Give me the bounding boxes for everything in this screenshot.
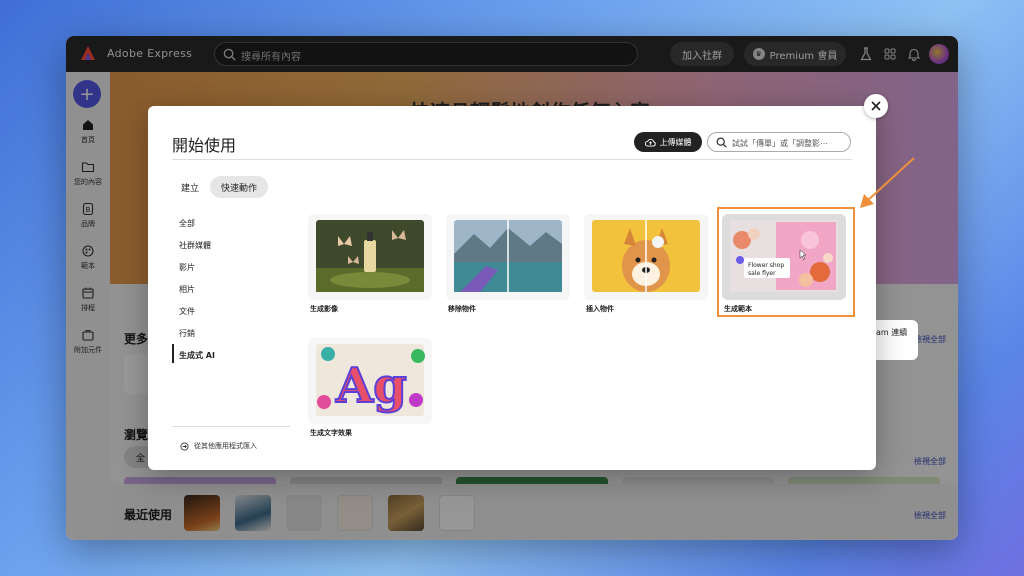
modal-search-input[interactable]: 試試「傳單」或「調整影⋯ (707, 132, 851, 152)
card-remove-object[interactable] (446, 214, 570, 300)
pointer-arrow (860, 157, 915, 208)
import-icon (180, 441, 189, 451)
import-from-apps-link[interactable]: 從其他應用程式匯入 (180, 441, 257, 451)
highlight-box (717, 207, 855, 317)
modal-search-placeholder: 試試「傳單」或「調整影⋯ (732, 139, 828, 148)
card-label: 生成文字效果 (310, 429, 352, 437)
category-generative-ai[interactable]: 生成式 AI (179, 350, 215, 361)
import-label: 從其他應用程式匯入 (194, 442, 257, 450)
search-icon (716, 137, 727, 148)
upload-media-button[interactable]: 上傳媒體 (634, 132, 702, 152)
category-social-media[interactable]: 社群媒體 (179, 240, 211, 251)
generate-image-thumbnail (308, 214, 432, 300)
modal-divider (172, 159, 852, 160)
left-divider (172, 426, 290, 427)
card-insert-object[interactable] (584, 214, 708, 300)
tab-quick-actions[interactable]: 快速動作 (210, 176, 268, 198)
category-document[interactable]: 文件 (179, 306, 195, 317)
category-photo[interactable]: 相片 (179, 284, 195, 295)
category-marketing[interactable]: 行銷 (179, 328, 195, 339)
modal-title: 開始使用 (172, 136, 237, 155)
upload-label: 上傳媒體 (659, 137, 692, 147)
category-video[interactable]: 影片 (179, 262, 195, 273)
card-label: 生成影像 (310, 305, 338, 313)
text-effect-thumbnail: Ag (308, 338, 432, 424)
close-modal-button[interactable] (864, 94, 888, 118)
card-label: 插入物件 (586, 305, 614, 313)
tab-create[interactable]: 建立 (172, 176, 208, 198)
active-category-indicator (172, 344, 174, 363)
card-label: 移除物件 (448, 305, 476, 313)
remove-object-thumbnail (446, 214, 570, 300)
category-all[interactable]: 全部 (179, 218, 195, 229)
text-effect-sample: Ag (335, 358, 407, 414)
card-generate-text-effect[interactable]: Ag (308, 338, 432, 424)
insert-object-thumbnail (584, 214, 708, 300)
close-icon (871, 101, 881, 111)
cloud-upload-icon (644, 138, 656, 147)
card-generate-image[interactable] (308, 214, 432, 300)
